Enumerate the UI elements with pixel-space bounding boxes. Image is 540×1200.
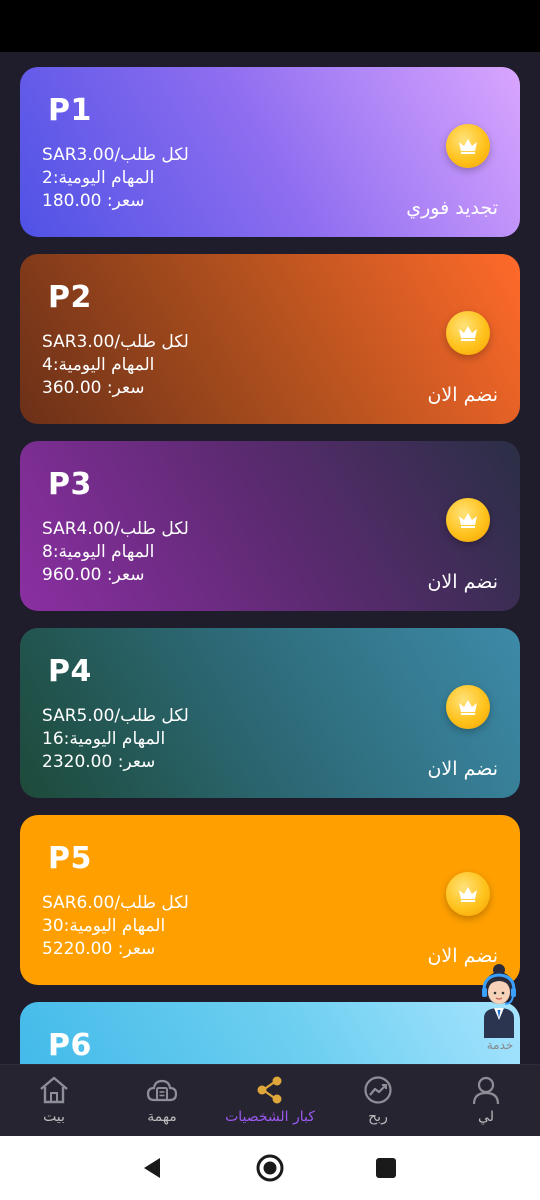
plan-price: سعر: 180.00	[42, 191, 145, 211]
nav-earnings-label: ربح	[368, 1109, 388, 1125]
plan-price: سعر: 2320.00	[42, 752, 156, 772]
plan-name: P5	[48, 841, 92, 876]
plan-card-p1[interactable]: P1 SAR3.00/لكل طلب المهام اليومية:2 سعر:…	[20, 67, 520, 237]
home-icon	[40, 1076, 68, 1104]
plan-daily-tasks: المهام اليومية:4	[42, 355, 155, 375]
plan-card-p4[interactable]: P4 SAR5.00/لكل طلب المهام اليومية:16 سعر…	[20, 628, 520, 798]
crown-icon	[446, 311, 490, 355]
recents-icon[interactable]	[370, 1152, 402, 1184]
share-icon	[257, 1076, 282, 1104]
plan-daily-tasks: المهام اليومية:2	[42, 168, 155, 188]
crown-icon	[446, 124, 490, 168]
nav-vip[interactable]: كبار الشخصيات	[216, 1073, 324, 1133]
plan-name: P6	[48, 1028, 92, 1063]
nav-earnings[interactable]: ربح	[324, 1073, 432, 1133]
nav-me[interactable]: لي	[432, 1073, 540, 1133]
customer-service-agent-icon	[482, 964, 516, 1038]
home-circle-icon[interactable]	[254, 1152, 286, 1184]
join-now-button[interactable]: نضم الان	[427, 384, 498, 406]
nav-me-label: لي	[478, 1109, 494, 1125]
nav-home-label: بيت	[43, 1109, 65, 1125]
plan-price: سعر: 5220.00	[42, 939, 156, 959]
customer-service-button[interactable]: خدمة	[480, 962, 534, 1058]
plan-price: سعر: 960.00	[42, 565, 145, 585]
join-now-button[interactable]: نضم الان	[427, 571, 498, 593]
nav-home[interactable]: بيت	[0, 1073, 108, 1133]
back-icon[interactable]	[136, 1152, 168, 1184]
system-navigation-bar	[0, 1136, 540, 1200]
plan-name: P2	[48, 280, 92, 315]
trend-chart-icon	[364, 1076, 392, 1104]
nav-task[interactable]: مهمة	[108, 1073, 216, 1133]
plan-name: P3	[48, 467, 92, 502]
plan-card-p5[interactable]: P5 SAR6.00/لكل طلب المهام اليومية:30 سعر…	[20, 815, 520, 985]
plan-per-order: SAR6.00/لكل طلب	[42, 893, 189, 913]
customer-service-label: خدمة	[486, 1038, 514, 1052]
crown-icon	[446, 872, 490, 916]
vip-plan-list[interactable]: P1 SAR3.00/لكل طلب المهام اليومية:2 سعر:…	[0, 52, 540, 1064]
plan-name: P1	[48, 93, 92, 128]
plan-card-p3[interactable]: P3 SAR4.00/لكل طلب المهام اليومية:8 سعر:…	[20, 441, 520, 611]
user-icon	[472, 1076, 500, 1105]
plan-daily-tasks: المهام اليومية:8	[42, 542, 155, 562]
plan-per-order: SAR3.00/لكل طلب	[42, 145, 189, 165]
crown-icon	[446, 685, 490, 729]
nav-task-label: مهمة	[147, 1109, 177, 1125]
plan-per-order: SAR5.00/لكل طلب	[42, 706, 189, 726]
plan-price: سعر: 360.00	[42, 378, 145, 398]
status-bar	[0, 0, 540, 52]
plan-card-p2[interactable]: P2 SAR3.00/لكل طلب المهام اليومية:4 سعر:…	[20, 254, 520, 424]
plan-per-order: SAR4.00/لكل طلب	[42, 519, 189, 539]
crown-icon	[446, 498, 490, 542]
plan-daily-tasks: المهام اليومية:16	[42, 729, 166, 749]
plan-name: P4	[48, 654, 92, 689]
plan-daily-tasks: المهام اليومية:30	[42, 916, 166, 936]
task-cloud-icon	[146, 1079, 178, 1102]
renew-now-button[interactable]: تجديد فوري	[406, 197, 498, 219]
bottom-navigation: بيت مهمة كبار الشخصيات ربح لي	[0, 1064, 540, 1136]
join-now-button[interactable]: نضم الان	[427, 758, 498, 780]
nav-vip-label: كبار الشخصيات	[225, 1109, 315, 1125]
plan-card-p6[interactable]: P6	[20, 1002, 520, 1064]
plan-per-order: SAR3.00/لكل طلب	[42, 332, 189, 352]
